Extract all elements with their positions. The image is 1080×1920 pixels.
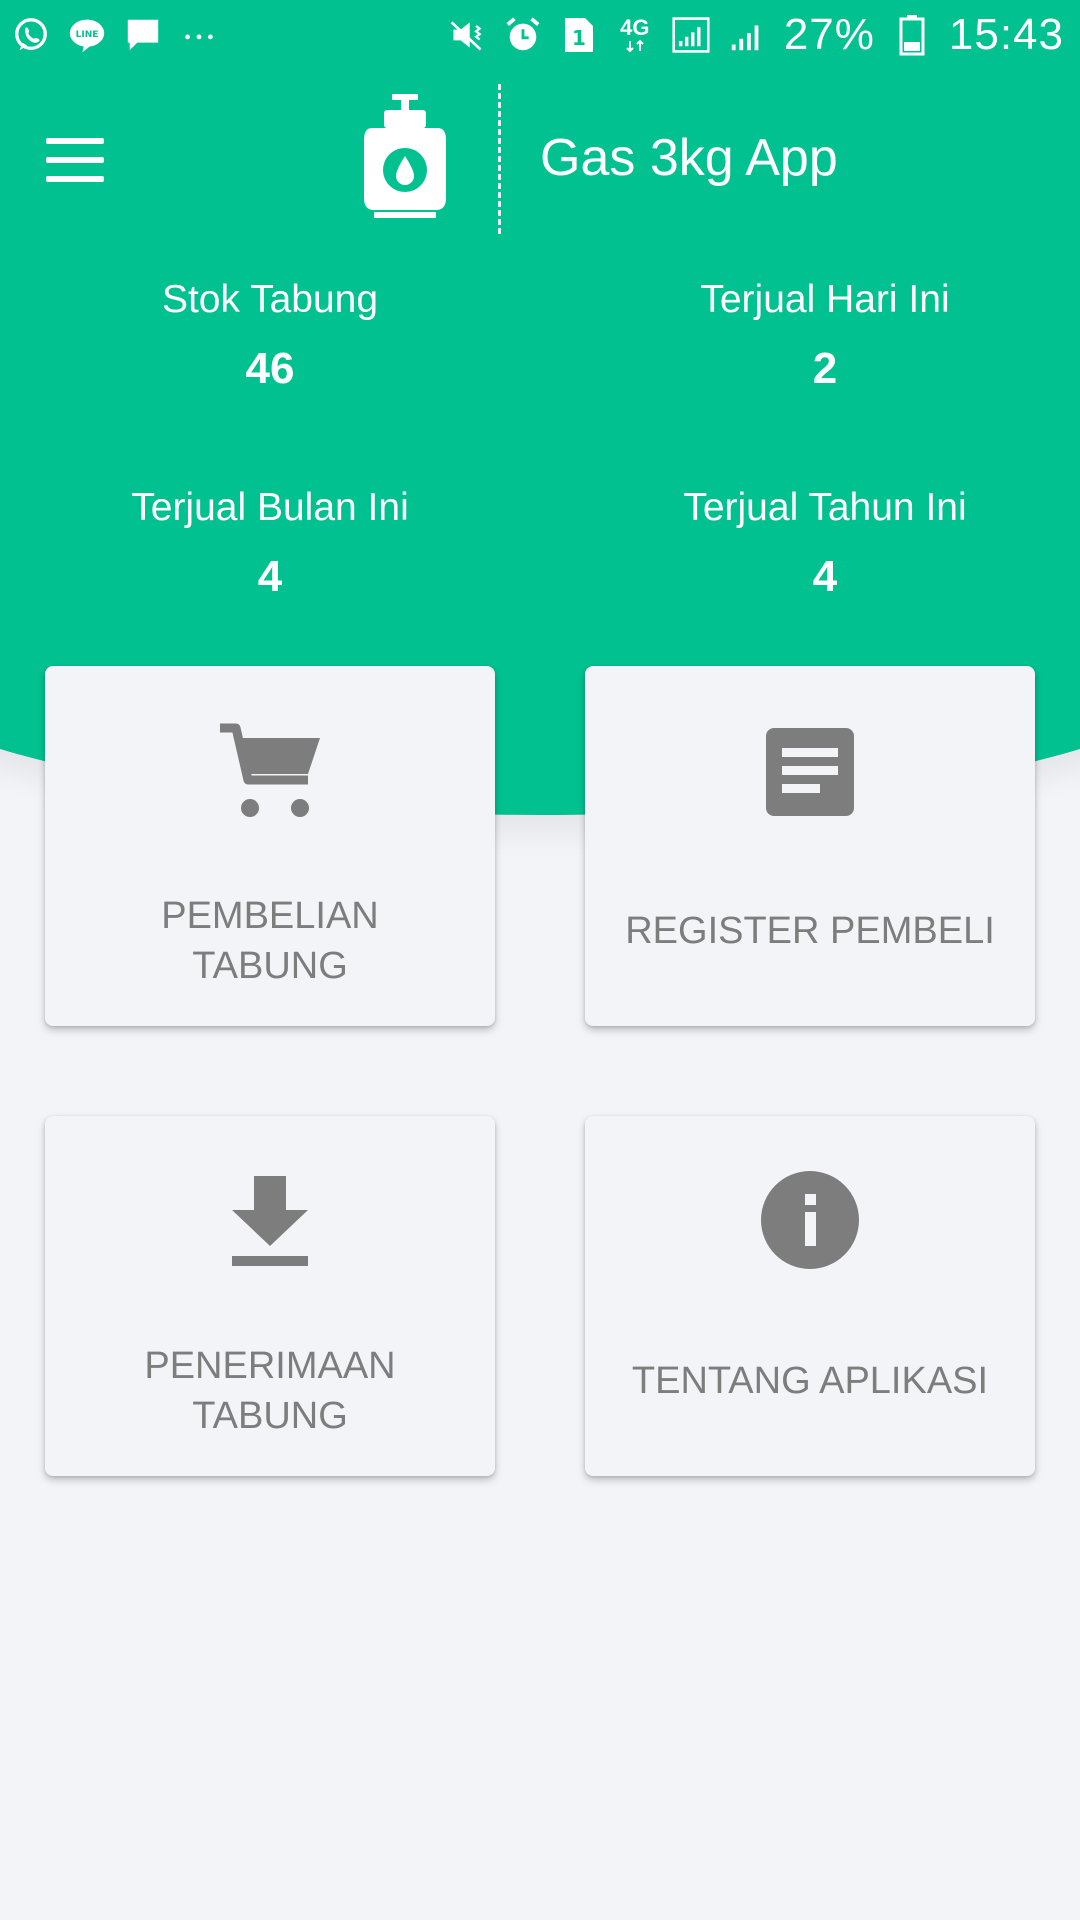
battery-percent: 27% [783, 10, 875, 59]
stat-label: Terjual Hari Ini [700, 278, 950, 321]
penerimaan-tabung-card[interactable]: PENERIMAAN TABUNG [45, 1116, 495, 1476]
signal-sim1-icon [672, 16, 710, 54]
notification-icons: LINE [12, 16, 218, 54]
card-label: REGISTER PEMBELI [605, 906, 1015, 956]
card-label-line: PEMBELIAN [161, 895, 379, 937]
card-label: PEMBELIAN TABUNG [65, 891, 475, 991]
stat-terjual-bulan-ini: Terjual Bulan Ini 4 [0, 486, 540, 602]
clock: 15:43 [948, 10, 1064, 59]
network-type-icon: 4G [616, 16, 654, 54]
svg-text:LINE: LINE [76, 30, 99, 40]
document-icon [766, 728, 854, 816]
card-label-line: TABUNG [192, 1395, 348, 1437]
tentang-aplikasi-card[interactable]: TENTANG APLIKASI [585, 1116, 1035, 1476]
home-screen: LINE 1 4G 27% 15:43 Gas 3kg App Stok Tab… [0, 0, 1080, 1920]
svg-text:1: 1 [572, 26, 586, 50]
menu-line [46, 157, 104, 163]
app-title: Gas 3kg App [540, 129, 838, 187]
download-icon [232, 1176, 308, 1266]
info-icon [761, 1171, 859, 1269]
hamburger-menu-button[interactable] [40, 130, 110, 190]
card-label: TENTANG APLIKASI [605, 1356, 1015, 1406]
card-label: PENERIMAAN TABUNG [65, 1341, 475, 1441]
network-type-label: 4G [620, 15, 650, 40]
message-icon [124, 16, 162, 54]
menu-line [46, 176, 104, 182]
stat-value: 4 [257, 552, 283, 601]
stat-stok-tabung: Stok Tabung 46 [0, 278, 540, 394]
menu-line [46, 138, 104, 144]
stat-label: Terjual Tahun Ini [683, 486, 967, 529]
system-icons: 1 4G 27% 15:43 [448, 10, 1064, 60]
card-label-line: TABUNG [192, 945, 348, 987]
cart-icon [220, 723, 320, 817]
stat-value: 2 [812, 344, 838, 393]
app-bar: Gas 3kg App [0, 80, 1080, 240]
vibrate-icon [448, 16, 486, 54]
register-pembeli-card[interactable]: REGISTER PEMBELI [585, 666, 1035, 1026]
pembelian-tabung-card[interactable]: PEMBELIAN TABUNG [45, 666, 495, 1026]
stat-terjual-hari-ini: Terjual Hari Ini 2 [555, 278, 1080, 394]
battery-icon [893, 15, 931, 56]
line-icon: LINE [68, 16, 106, 54]
sim-icon: 1 [560, 16, 598, 54]
more-notifications-icon [180, 16, 218, 54]
logo-divider [498, 84, 501, 234]
stat-value: 46 [245, 344, 295, 393]
gas-cylinder-logo-icon [364, 94, 446, 218]
card-label-line: REGISTER PEMBELI [625, 910, 995, 952]
stat-label: Terjual Bulan Ini [131, 486, 409, 529]
alarm-icon [504, 16, 542, 54]
signal-sim2-icon [728, 16, 766, 54]
status-bar: LINE 1 4G 27% 15:43 [0, 0, 1080, 70]
stat-value: 4 [812, 552, 838, 601]
whatsapp-icon [12, 16, 50, 54]
stat-terjual-tahun-ini: Terjual Tahun Ini 4 [555, 486, 1080, 602]
card-label-line: PENERIMAAN [144, 1345, 396, 1387]
stat-label: Stok Tabung [161, 278, 379, 321]
card-label-line: TENTANG APLIKASI [631, 1360, 989, 1402]
